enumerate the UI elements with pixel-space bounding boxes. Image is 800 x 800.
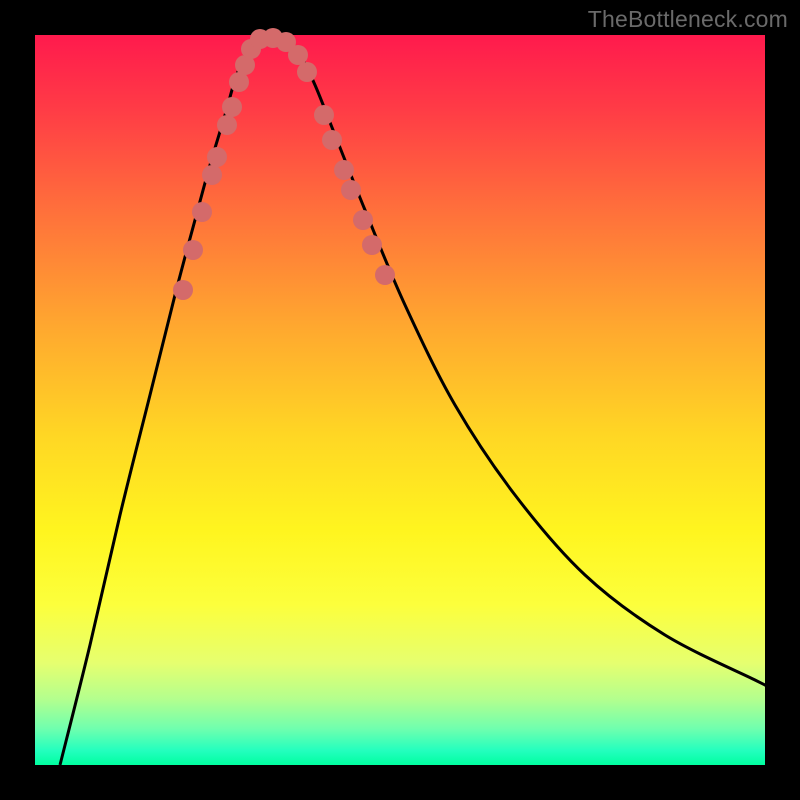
plot-area (35, 35, 765, 765)
data-marker (341, 180, 361, 200)
data-marker (173, 280, 193, 300)
watermark-text: TheBottleneck.com (588, 6, 788, 33)
data-markers (173, 28, 395, 300)
bottleneck-curve (60, 37, 766, 765)
chart-frame: TheBottleneck.com (0, 0, 800, 800)
data-marker (207, 147, 227, 167)
data-marker (288, 45, 308, 65)
data-marker (222, 97, 242, 117)
data-marker (375, 265, 395, 285)
data-marker (353, 210, 373, 230)
data-marker (314, 105, 334, 125)
data-marker (297, 62, 317, 82)
data-marker (362, 235, 382, 255)
data-marker (192, 202, 212, 222)
data-marker (183, 240, 203, 260)
data-marker (322, 130, 342, 150)
curve-canvas (35, 35, 765, 765)
data-marker (217, 115, 237, 135)
data-marker (334, 160, 354, 180)
data-marker (202, 165, 222, 185)
data-marker (229, 72, 249, 92)
